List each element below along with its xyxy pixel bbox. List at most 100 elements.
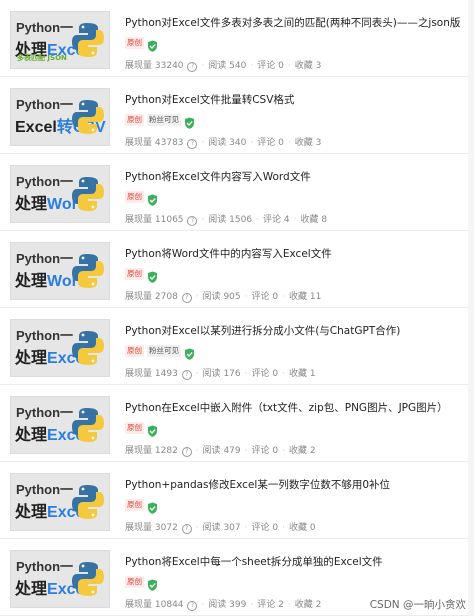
- favorites-label: 收藏: [289, 369, 308, 379]
- original-tag: 原创: [125, 422, 144, 434]
- reads-label: 阅读: [208, 215, 227, 225]
- article-tags: 原创: [125, 37, 158, 52]
- original-tag: 原创: [125, 191, 144, 203]
- article-row[interactable]: Python一 处理Excel Python在Excel中嵌入附件（txt文件、zi…: [0, 385, 474, 462]
- article-tags: 原创 粉丝可见: [125, 114, 195, 129]
- favorites-count: 3: [315, 138, 322, 148]
- favorites-count: 0: [309, 523, 316, 533]
- reads-count: 176: [223, 369, 241, 379]
- python-logo-icon: [72, 21, 104, 59]
- comments-count: 0: [278, 61, 284, 71]
- article-title[interactable]: Python将Excel文件内容写入Word文件: [125, 169, 465, 184]
- reads-label: 阅读: [202, 369, 221, 379]
- article-stats: 展现量 10844 ? · 阅读 399 · 评论 2 · 收藏 2: [125, 600, 322, 611]
- article-title[interactable]: Python对Excel文件批量转CSV格式: [125, 92, 465, 107]
- original-tag: 原创: [125, 268, 144, 280]
- shield-check-icon: [147, 576, 158, 591]
- question-circle-icon[interactable]: ?: [187, 601, 198, 611]
- reads-count: 340: [229, 138, 247, 148]
- thumb-line2a: 处理: [15, 581, 48, 598]
- reads-count: 399: [229, 600, 247, 610]
- comments-label: 评论: [251, 523, 270, 533]
- comments-count: 0: [272, 369, 279, 379]
- article-stats: 展现量 33240 ? · 阅读 540 · 评论 0 · 收藏 3: [125, 61, 322, 72]
- comments-label: 评论: [251, 446, 270, 456]
- thumb-line1: Python一: [16, 559, 74, 574]
- article-thumbnail[interactable]: Python一 处理Excel: [10, 550, 110, 608]
- article-row[interactable]: Python一 处理Word Python将Word文件中的内容写入Excel文件原…: [0, 231, 474, 308]
- article-thumbnail[interactable]: Python一 处理Word: [10, 242, 110, 300]
- thumb-line1: Python一: [16, 20, 74, 35]
- views-label: 展现量: [125, 600, 153, 610]
- favorites-label: 收藏: [294, 61, 313, 71]
- scrollbar[interactable]: [468, 0, 474, 616]
- python-logo-icon: [72, 483, 104, 521]
- article-row[interactable]: Python一 处理Word Python将Excel文件内容写入Word文件 原创展…: [0, 154, 474, 231]
- article-thumbnail[interactable]: Python一 处理Word: [10, 165, 110, 223]
- thumb-line2a: 处理: [15, 427, 48, 444]
- article-row[interactable]: Python一 处理Excel Python对Excel以某列进行拆分成小文件(与C…: [0, 308, 474, 385]
- shield-check-icon: [147, 268, 158, 283]
- reads-label: 阅读: [202, 523, 221, 533]
- views-count: 10844: [154, 600, 184, 610]
- article-row[interactable]: Python一Excel转CSV Python对Excel文件批量转CSV格式原创…: [0, 77, 474, 154]
- article-title[interactable]: Python将Excel中每一个sheet拆分成单独的Excel文件: [125, 554, 465, 569]
- reads-label: 阅读: [202, 292, 221, 302]
- views-count: 2708: [154, 292, 178, 302]
- article-title[interactable]: Python+pandas修改Excel某一列数字位数不够用0补位: [125, 477, 465, 492]
- python-logo-icon: [72, 98, 104, 136]
- reads-label: 阅读: [208, 61, 227, 71]
- comments-count: 0: [272, 292, 279, 302]
- question-circle-icon[interactable]: ?: [181, 524, 192, 534]
- article-stats: 展现量 1493 ? · 阅读 176 · 评论 0 · 收藏 1: [125, 369, 316, 380]
- favorites-label: 收藏: [294, 138, 313, 148]
- question-circle-icon[interactable]: ?: [181, 370, 192, 380]
- python-logo-icon: [72, 560, 104, 598]
- question-circle-icon[interactable]: ?: [187, 62, 198, 72]
- thumb-line1: Python一: [16, 97, 74, 112]
- article-thumbnail[interactable]: Python一 处理Excel: [10, 473, 110, 531]
- article-thumbnail[interactable]: Python一 处理Excel: [10, 319, 110, 377]
- python-logo-icon: [72, 252, 104, 290]
- thumb-line3: 多表匹配 JSON: [17, 54, 67, 62]
- original-tag: 原创: [125, 114, 144, 126]
- question-circle-icon[interactable]: ?: [187, 139, 198, 149]
- views-count: 43783: [154, 138, 184, 148]
- article-row[interactable]: Python一 处理Excel 多表匹配 JSON Python对Excel文件多表对…: [0, 0, 474, 77]
- reads-count: 1506: [229, 215, 253, 225]
- article-title[interactable]: Python对Excel以某列进行拆分成小文件(与ChatGPT合作): [125, 323, 465, 338]
- favorites-label: 收藏: [289, 523, 308, 533]
- shield-check-icon: [147, 499, 158, 514]
- question-circle-icon[interactable]: ?: [187, 216, 198, 226]
- article-title[interactable]: Python将Word文件中的内容写入Excel文件: [125, 246, 465, 261]
- reads-count: 905: [223, 292, 241, 302]
- question-circle-icon[interactable]: ?: [181, 447, 192, 457]
- original-tag: 原创: [125, 37, 144, 49]
- views-label: 展现量: [125, 523, 153, 533]
- views-label: 展现量: [125, 215, 153, 225]
- favorites-label: 收藏: [289, 446, 308, 456]
- python-logo-icon: [72, 175, 104, 213]
- question-circle-icon[interactable]: ?: [181, 293, 192, 303]
- article-thumbnail[interactable]: Python一Excel转CSV: [10, 88, 110, 146]
- article-title[interactable]: Python对Excel文件多表对多表之间的匹配(两种不同表头)——之json版: [125, 15, 465, 30]
- shield-check-icon: [147, 37, 158, 52]
- views-label: 展现量: [125, 292, 153, 302]
- original-tag: 原创: [125, 499, 144, 511]
- article-thumbnail[interactable]: Python一 处理Excel 多表匹配 JSON: [10, 11, 110, 69]
- article-title[interactable]: Python在Excel中嵌入附件（txt文件、zip包、PNG图片、JPG图片…: [125, 400, 465, 415]
- views-label: 展现量: [125, 446, 153, 456]
- article-stats: 展现量 43783 ? · 阅读 340 · 评论 0 · 收藏 3: [125, 138, 322, 149]
- watermark: CSDN @一晌小贪欢: [369, 599, 466, 611]
- article-stats: 展现量 1282 ? · 阅读 479 · 评论 0 · 收藏 2: [125, 446, 316, 457]
- views-count: 33240: [154, 61, 184, 71]
- views-label: 展现量: [125, 61, 153, 71]
- original-tag: 原创: [125, 345, 144, 357]
- article-thumbnail[interactable]: Python一 处理Excel: [10, 396, 110, 454]
- favorites-count: 2: [309, 446, 316, 456]
- comments-count: 4: [283, 215, 290, 225]
- article-row[interactable]: Python一 处理Excel Python+pandas修改Excel某一列数字位…: [0, 462, 474, 539]
- views-count: 3072: [154, 523, 178, 533]
- reads-count: 307: [223, 523, 241, 533]
- views-count: 1282: [154, 446, 178, 456]
